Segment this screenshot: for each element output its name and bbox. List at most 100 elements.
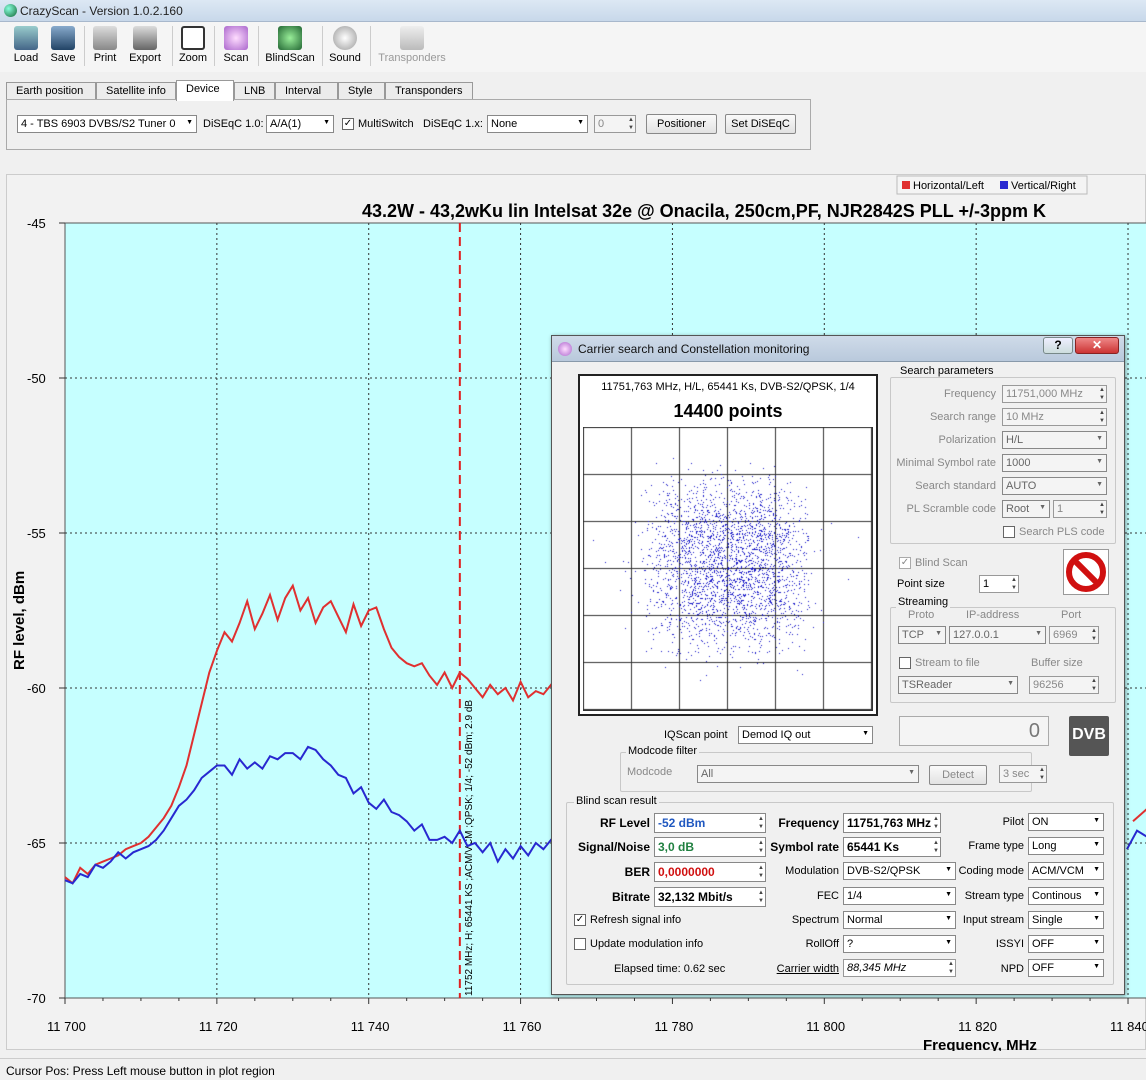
help-button[interactable]: ? bbox=[1043, 337, 1073, 354]
polarization-select[interactable]: H/L bbox=[1002, 431, 1107, 449]
tab-earth-position[interactable]: Earth position bbox=[6, 82, 96, 100]
carrier-width-link[interactable]: Carrier width bbox=[752, 963, 839, 975]
scan-button[interactable]: Scan bbox=[220, 26, 252, 64]
constellation-panel: 11751,763 MHz, H/L, 65441 Ks, DVB-S2/QPS… bbox=[578, 374, 878, 716]
detect-seconds-input[interactable]: 3 sec bbox=[999, 765, 1047, 783]
close-button[interactable]: ✕ bbox=[1075, 337, 1119, 354]
tab-style[interactable]: Style bbox=[338, 82, 385, 100]
blind-scan-checkbox[interactable]: ✓ bbox=[899, 557, 911, 569]
rf-level-value[interactable]: -52 dBm bbox=[654, 813, 766, 833]
tuner-select[interactable]: 4 - TBS 6903 DVBS/S2 Tuner 0 bbox=[17, 115, 197, 133]
stream-type-select[interactable]: Continous bbox=[1028, 887, 1104, 905]
pl-scramble-value[interactable]: 1 bbox=[1053, 500, 1107, 518]
multiswitch-checkbox[interactable]: ✓ bbox=[342, 118, 354, 130]
transponders-button[interactable]: Transponders bbox=[376, 26, 448, 64]
fec-select[interactable]: 1/4 bbox=[843, 887, 956, 905]
spectrum-select[interactable]: Normal bbox=[843, 911, 956, 929]
save-button[interactable]: Save bbox=[48, 26, 78, 64]
signal-noise-value[interactable]: 3,0 dB bbox=[654, 837, 766, 857]
symbol-rate-value[interactable]: 65441 Ks bbox=[843, 837, 941, 857]
magnifier-icon bbox=[224, 26, 248, 50]
set-diseqc-button[interactable]: Set DiSEqC bbox=[725, 114, 796, 134]
y-tick-label: -60 bbox=[27, 681, 46, 696]
print-button[interactable]: Print bbox=[90, 26, 120, 64]
status-bar: Cursor Pos: Press Left mouse button in p… bbox=[0, 1058, 1146, 1080]
dialog-titlebar[interactable]: Carrier search and Constellation monitor… bbox=[552, 336, 1124, 362]
constellation-points-count: 14400 points bbox=[673, 401, 783, 421]
folder-icon bbox=[14, 26, 38, 50]
proto-select[interactable]: TCP bbox=[898, 626, 946, 644]
npd-select[interactable]: OFF bbox=[1028, 959, 1104, 977]
diseqc1x-label: DiSEqC 1.x: bbox=[423, 118, 483, 130]
x-tick-label: 11 800 bbox=[806, 1019, 845, 1034]
positioner-button[interactable]: Positioner bbox=[646, 114, 717, 134]
x-tick-label: 11 760 bbox=[503, 1019, 542, 1034]
speaker-icon bbox=[333, 26, 357, 50]
device-panel: 4 - TBS 6903 DVBS/S2 Tuner 0 DiSEqC 1.0:… bbox=[6, 99, 811, 150]
spectrum-label: Spectrum bbox=[791, 914, 839, 926]
modcode-select[interactable]: All bbox=[697, 765, 919, 783]
tab-device[interactable]: Device bbox=[176, 80, 234, 101]
tab-interval[interactable]: Interval bbox=[275, 82, 338, 100]
coding-mode-label: Coding mode bbox=[958, 865, 1024, 877]
rf-level-label: RF Level bbox=[599, 816, 650, 830]
pl-scramble-mode-select[interactable]: Root bbox=[1002, 500, 1050, 518]
modulation-select[interactable]: DVB-S2/QPSK bbox=[843, 862, 956, 880]
blindscan-button[interactable]: BlindScan bbox=[264, 26, 316, 64]
coding-mode-select[interactable]: ACM/VCM bbox=[1028, 862, 1104, 880]
result-frequency-value[interactable]: 11751,763 MHz bbox=[843, 813, 941, 833]
zoom-button[interactable]: Zoom bbox=[178, 26, 208, 64]
issyi-select[interactable]: OFF bbox=[1028, 935, 1104, 953]
reader-select[interactable]: TSReader bbox=[898, 676, 1018, 694]
tab-transponders[interactable]: Transponders bbox=[385, 82, 473, 100]
rolloff-select[interactable]: ? bbox=[843, 935, 956, 953]
detect-button[interactable]: Detect bbox=[929, 765, 987, 785]
load-button[interactable]: Load bbox=[10, 26, 42, 64]
tab-lnb[interactable]: LNB bbox=[234, 82, 275, 100]
legend-h-swatch bbox=[902, 181, 910, 189]
diseqc1x-select[interactable]: None bbox=[487, 115, 588, 133]
bitrate-value[interactable]: 32,132 Mbit/s bbox=[654, 887, 766, 907]
issyi-label: ISSYI bbox=[995, 938, 1024, 950]
search-range-label: Search range bbox=[929, 411, 996, 423]
update-modulation-checkbox[interactable] bbox=[574, 938, 586, 950]
search-pls-checkbox[interactable] bbox=[1003, 526, 1015, 538]
diseqc1x-number[interactable]: 0 bbox=[594, 115, 636, 133]
signal-noise-label: Signal/Noise bbox=[577, 840, 650, 854]
refresh-signal-checkbox[interactable]: ✓ bbox=[574, 914, 586, 926]
ip-select[interactable]: 127.0.0.1 bbox=[949, 626, 1046, 644]
x-tick-label: 11 720 bbox=[199, 1019, 238, 1034]
frequency-param-input[interactable]: 11751,000 MHz bbox=[1002, 385, 1107, 403]
carrier-width-value[interactable]: 88,345 MHz bbox=[843, 959, 956, 977]
diseqc10-select[interactable]: A/A(1) bbox=[266, 115, 334, 133]
export-button[interactable]: Export bbox=[126, 26, 164, 64]
search-standard-select[interactable]: AUTO bbox=[1002, 477, 1107, 495]
search-range-input[interactable]: 10 MHz bbox=[1002, 408, 1107, 426]
min-symbol-rate-select[interactable]: 1000 bbox=[1002, 454, 1107, 472]
result-frequency-label: Frequency bbox=[778, 816, 839, 830]
stream-to-file-checkbox[interactable] bbox=[899, 657, 911, 669]
input-stream-select[interactable]: Single bbox=[1028, 911, 1104, 929]
input-stream-label: Input stream bbox=[962, 914, 1024, 926]
buffer-size-input[interactable]: 96256 bbox=[1029, 676, 1099, 694]
modulation-label: Modulation bbox=[785, 865, 839, 877]
printer-icon bbox=[93, 26, 117, 50]
sound-button[interactable]: Sound bbox=[328, 26, 362, 64]
port-input[interactable]: 6969 bbox=[1049, 626, 1099, 644]
pilot-select[interactable]: ON bbox=[1028, 813, 1104, 831]
pilot-label: Pilot bbox=[1002, 816, 1024, 828]
stop-button[interactable] bbox=[1063, 549, 1109, 595]
ber-value[interactable]: 0,0000000 bbox=[654, 862, 766, 882]
iqscan-select[interactable]: Demod IQ out bbox=[738, 726, 873, 744]
point-size-input[interactable]: 1 bbox=[979, 575, 1019, 593]
search-parameters-title: Search parameters bbox=[898, 365, 996, 377]
update-modulation-label: Update modulation info bbox=[590, 938, 704, 950]
search-pls-label: Search PLS code bbox=[1019, 526, 1105, 538]
y-tick-label: -65 bbox=[27, 836, 46, 851]
x-tick-label: 11 740 bbox=[351, 1019, 390, 1034]
polarization-label: Polarization bbox=[938, 434, 996, 446]
frame-type-select[interactable]: Long bbox=[1028, 837, 1104, 855]
x-tick-label: 11 780 bbox=[654, 1019, 693, 1034]
x-tick-label: 11 820 bbox=[958, 1019, 997, 1034]
tab-satellite-info[interactable]: Satellite info bbox=[96, 82, 176, 100]
